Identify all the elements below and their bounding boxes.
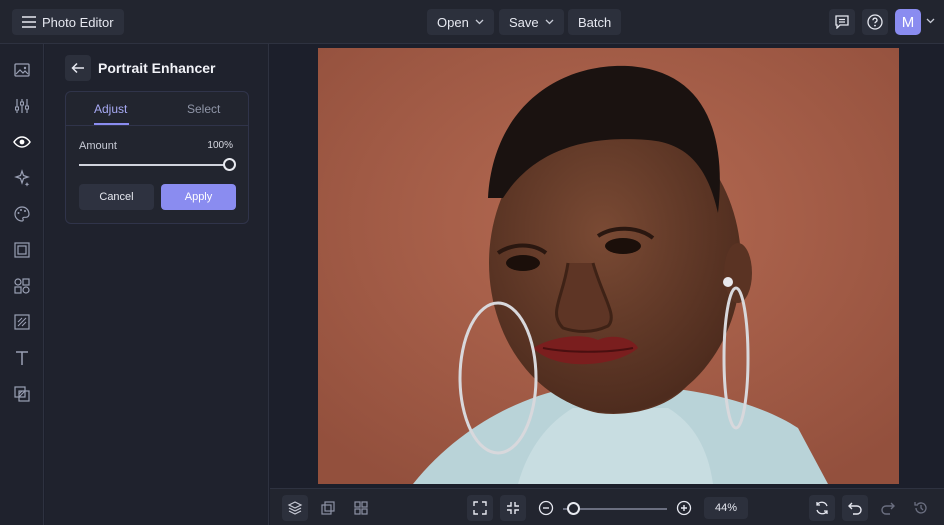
history-icon (913, 500, 929, 516)
image-icon[interactable] (12, 60, 32, 80)
actual-size-button[interactable] (500, 495, 526, 521)
avatar[interactable]: M (895, 9, 921, 35)
comment-icon (835, 15, 849, 29)
undo-icon (847, 500, 863, 516)
hamburger-icon (22, 16, 36, 28)
plus-circle-icon (676, 500, 692, 516)
cancel-button[interactable]: Cancel (79, 184, 154, 210)
account-menu-chevron-icon[interactable] (926, 18, 935, 24)
shapes-icon[interactable] (12, 276, 32, 296)
portrait-photo[interactable] (318, 48, 899, 484)
amount-value: 100% (207, 140, 233, 151)
layers-button[interactable] (282, 495, 308, 521)
editor-canvas[interactable] (270, 44, 944, 488)
amount-label: Amount (79, 140, 117, 152)
texture-icon[interactable] (12, 312, 32, 332)
menu-button[interactable]: Photo Editor (12, 9, 124, 35)
app-title: Photo Editor (42, 14, 114, 30)
tab-adjust[interactable]: Adjust (94, 102, 127, 116)
duplicate-button[interactable] (315, 495, 341, 521)
feedback-button[interactable] (829, 9, 855, 35)
apply-button[interactable]: Apply (161, 184, 236, 210)
zoom-out-button[interactable] (533, 495, 559, 521)
top-bar: Photo Editor Open Save Batch M (0, 0, 944, 44)
divider (66, 125, 248, 126)
minus-circle-icon (538, 500, 554, 516)
compress-icon (505, 500, 521, 516)
panel-title: Portrait Enhancer (98, 60, 216, 76)
layers-icon (287, 500, 303, 516)
frame-icon[interactable] (12, 240, 32, 260)
adjust-card: Adjust Select Amount 100% Cancel Apply (65, 91, 249, 224)
batch-button[interactable]: Batch (568, 9, 622, 35)
help-icon (867, 14, 883, 30)
redo-icon (880, 500, 896, 516)
fit-screen-button[interactable] (467, 495, 493, 521)
help-button[interactable] (862, 9, 888, 35)
tab-select[interactable]: Select (187, 102, 220, 116)
amount-slider-track[interactable] (79, 164, 229, 166)
sliders-icon[interactable] (12, 96, 32, 116)
text-icon[interactable] (12, 348, 32, 368)
bottom-toolbar: 44% (270, 488, 944, 525)
duplicate-icon (320, 500, 336, 516)
zoom-in-button[interactable] (671, 495, 697, 521)
reset-button[interactable] (809, 495, 835, 521)
zoom-slider-handle[interactable] (567, 502, 580, 515)
overlay-icon[interactable] (12, 384, 32, 404)
back-button[interactable] (65, 55, 91, 81)
grid-button[interactable] (348, 495, 374, 521)
chevron-down-icon (475, 19, 484, 25)
palette-icon[interactable] (12, 204, 32, 224)
undo-button[interactable] (842, 495, 868, 521)
eye-icon[interactable] (12, 132, 32, 152)
tool-panel: Portrait Enhancer Adjust Select Amount 1… (45, 44, 269, 525)
open-label: Open (437, 14, 469, 30)
expand-icon (472, 500, 488, 516)
sparkle-icon[interactable] (12, 168, 32, 188)
grid-icon (353, 500, 369, 516)
amount-slider-handle[interactable] (223, 158, 236, 171)
open-button[interactable]: Open (427, 9, 494, 35)
history-button[interactable] (908, 495, 934, 521)
avatar-letter: M (901, 13, 915, 31)
tool-rail (0, 44, 44, 525)
zoom-level[interactable]: 44% (704, 497, 748, 519)
arrow-left-icon (71, 62, 85, 74)
redo-button[interactable] (875, 495, 901, 521)
save-label: Save (509, 14, 539, 30)
refresh-icon (814, 500, 830, 516)
chevron-down-icon (545, 19, 554, 25)
save-button[interactable]: Save (499, 9, 564, 35)
batch-label: Batch (578, 14, 612, 30)
